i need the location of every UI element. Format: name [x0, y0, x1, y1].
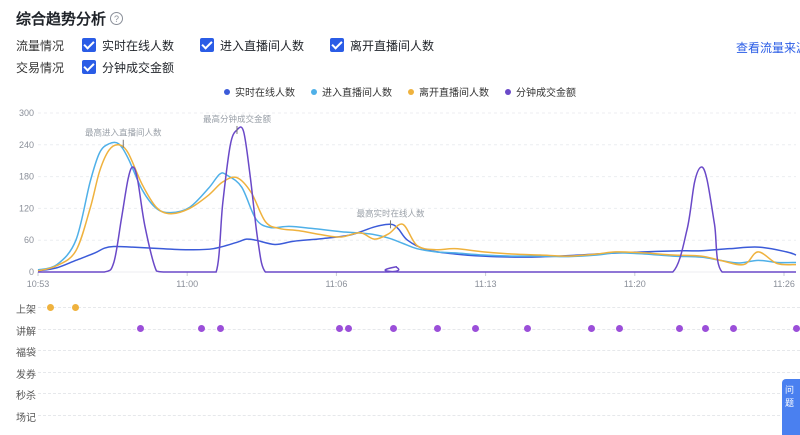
chart-legend: 实时在线人数 进入直播间人数 离开直播间人数 分钟成交金额 — [0, 84, 800, 99]
x-tick-label: 11:26 — [773, 279, 795, 289]
trade-filter-row: 交易情况 分钟成交金额 — [16, 58, 200, 76]
y-tick-label: 60 — [24, 235, 34, 245]
y-tick-label: 300 — [19, 108, 34, 118]
side-panel-label: 问题 — [785, 385, 794, 408]
checkbox-online-box[interactable] — [82, 38, 96, 52]
checkbox-enter-box[interactable] — [200, 38, 214, 52]
legend-item-leave[interactable]: 离开直播间人数 — [408, 84, 489, 99]
track-label: 讲解 — [16, 323, 36, 338]
checkbox-leave[interactable]: 离开直播间人数 — [330, 37, 434, 54]
x-tick-label: 11:00 — [176, 279, 198, 289]
legend-dot-leave — [408, 89, 414, 95]
legend-item-enter[interactable]: 进入直播间人数 — [311, 84, 392, 99]
track-line — [38, 329, 800, 330]
page-title: 综合趋势分析 — [16, 8, 106, 29]
track-line — [38, 350, 800, 351]
event-dot[interactable] — [588, 325, 595, 332]
track-label: 福袋 — [16, 344, 36, 359]
track-label: 发券 — [16, 366, 36, 381]
help-icon[interactable]: ? — [110, 12, 123, 25]
event-dot[interactable] — [730, 325, 737, 332]
side-panel-button[interactable]: 问题 — [782, 379, 800, 435]
event-dot[interactable] — [702, 325, 709, 332]
y-tick-label: 120 — [19, 203, 34, 213]
checkbox-online[interactable]: 实时在线人数 — [82, 37, 174, 54]
traffic-filter-label: 流量情况 — [16, 37, 82, 54]
event-dot[interactable] — [198, 325, 205, 332]
track-line — [38, 372, 800, 373]
track-line — [38, 307, 800, 308]
event-dot[interactable] — [345, 325, 352, 332]
checkbox-gmv-label: 分钟成交金额 — [102, 59, 174, 76]
event-dot[interactable] — [217, 325, 224, 332]
header: 综合趋势分析 ? — [16, 8, 123, 29]
annotation-label: 最高进入直播间人数 — [85, 128, 162, 138]
annotation-label: 最高分钟成交金额 — [203, 114, 272, 124]
checkbox-gmv-box[interactable] — [82, 60, 96, 74]
track-line — [38, 393, 800, 394]
event-dot[interactable] — [137, 325, 144, 332]
trend-chart[interactable]: 0 60 120 180 240 300 10:53 11:00 11:06 11:13 11:20… — [0, 100, 800, 295]
annotation-label: 最高实时在线人数 — [356, 208, 425, 218]
event-dot[interactable] — [47, 304, 54, 311]
checkbox-online-label: 实时在线人数 — [102, 37, 174, 54]
checkbox-enter-label: 进入直播间人数 — [220, 37, 304, 54]
series-line-gmv — [38, 127, 796, 272]
event-dot[interactable] — [676, 325, 683, 332]
x-tick-label: 11:20 — [624, 279, 646, 289]
x-tick-label: 10:53 — [27, 279, 50, 289]
checkbox-leave-box[interactable] — [330, 38, 344, 52]
legend-label-online: 实时在线人数 — [235, 84, 295, 99]
event-dot[interactable] — [434, 325, 441, 332]
event-dot[interactable] — [472, 325, 479, 332]
event-dot[interactable] — [524, 325, 531, 332]
y-tick-label: 180 — [19, 172, 34, 182]
legend-item-gmv[interactable]: 分钟成交金额 — [505, 84, 576, 99]
event-dot[interactable] — [793, 325, 800, 332]
legend-dot-enter — [311, 89, 317, 95]
legend-item-online[interactable]: 实时在线人数 — [224, 84, 295, 99]
traffic-filter-row: 流量情况 实时在线人数 进入直播间人数 离开直播间人数 — [16, 36, 460, 54]
event-dot[interactable] — [390, 325, 397, 332]
legend-dot-online — [224, 89, 230, 95]
checkbox-gmv[interactable]: 分钟成交金额 — [82, 59, 174, 76]
legend-dot-gmv — [505, 89, 511, 95]
track-label: 场记 — [16, 409, 36, 424]
y-tick-label: 240 — [19, 140, 34, 150]
view-traffic-source-link[interactable]: 查看流量来源 — [736, 39, 800, 56]
y-tick-label: 0 — [29, 267, 34, 277]
x-tick-label: 11:06 — [325, 279, 347, 289]
checkbox-leave-label: 离开直播间人数 — [350, 37, 434, 54]
checkbox-enter[interactable]: 进入直播间人数 — [200, 37, 304, 54]
x-tick-label: 11:13 — [475, 279, 497, 289]
legend-label-leave: 离开直播间人数 — [419, 84, 489, 99]
legend-label-gmv: 分钟成交金额 — [516, 84, 576, 99]
event-dot[interactable] — [616, 325, 623, 332]
track-line — [38, 415, 800, 416]
legend-label-enter: 进入直播间人数 — [322, 84, 392, 99]
track-label: 上架 — [16, 301, 36, 316]
event-dot[interactable] — [336, 325, 343, 332]
track-label: 秒杀 — [16, 387, 36, 402]
event-dot[interactable] — [72, 304, 79, 311]
trade-filter-label: 交易情况 — [16, 59, 82, 76]
